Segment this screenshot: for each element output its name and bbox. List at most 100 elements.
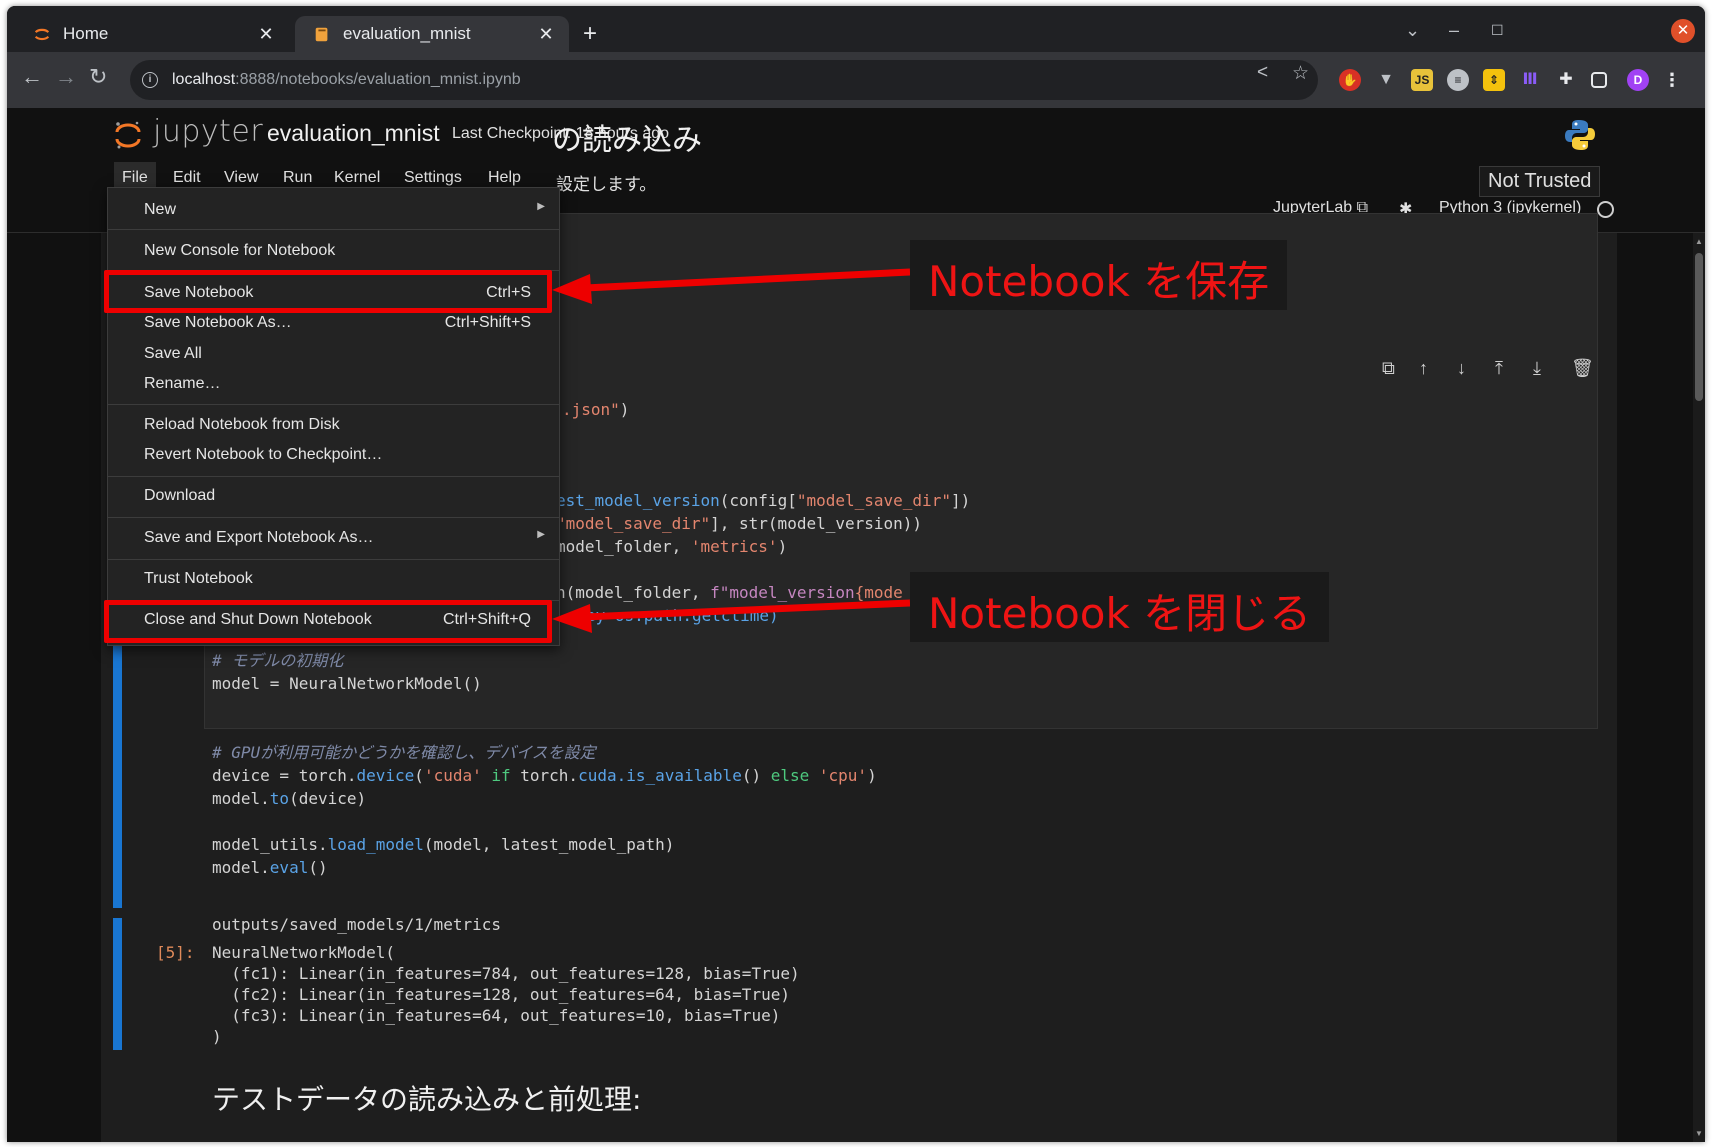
url-text: localhost:8888/notebooks/evaluation_mnis…: [172, 71, 521, 88]
menu-kernel[interactable]: Kernel: [334, 169, 380, 187]
jupyter-logo-text: jupyter: [153, 114, 264, 149]
tab-evaluation-mnist[interactable]: evaluation_mnist ✕: [295, 16, 569, 52]
code-comment: # モデルの初期化: [212, 651, 344, 670]
menu-settings[interactable]: Settings: [404, 169, 462, 187]
highlight-save-notebook: [104, 270, 552, 313]
menu-item-save-export[interactable]: Save and Export Notebook As… ▶: [108, 523, 559, 553]
side-panel-icon[interactable]: [1591, 72, 1607, 88]
new-tab-button[interactable]: +: [583, 20, 597, 48]
forward-icon[interactable]: →: [55, 64, 77, 90]
menu-item-new-console[interactable]: New Console for Notebook: [108, 236, 559, 266]
code-line: n(model_folder, f"model_version{mode: [556, 583, 903, 602]
file-menu-dropdown: New ▶ New Console for Notebook Save Noteb…: [107, 187, 560, 646]
menu-item-label: Reload Notebook from Disk: [144, 416, 340, 433]
address-bar[interactable]: i localhost:8888/notebooks/evaluation_mn…: [130, 60, 1318, 100]
extension-library-icon[interactable]: Ⅲ: [1519, 69, 1541, 91]
menu-item-label: Save Notebook As…: [144, 314, 292, 331]
tab-title: Home: [63, 24, 109, 43]
close-tab-icon[interactable]: ✕: [253, 24, 279, 45]
code-line: model.to(device): [212, 789, 367, 808]
tab-strip: Home ✕ evaluation_mnist ✕ + ⌄ – ☐ ✕: [7, 6, 1705, 52]
menu-item-new[interactable]: New ▶: [108, 195, 559, 225]
menu-item-rename[interactable]: Rename…: [108, 369, 559, 399]
output-line: NeuralNetworkModel(: [212, 943, 396, 962]
jupyter-header: jupyter evaluation_mnist Last Checkpoint…: [7, 108, 1705, 162]
jupyter-favicon-icon: [34, 28, 50, 41]
menu-separator: [108, 517, 559, 518]
share-icon[interactable]: <: [1257, 62, 1268, 84]
tab-search-icon[interactable]: ⌄: [1405, 20, 1420, 41]
notebook-name[interactable]: evaluation_mnist: [267, 120, 440, 147]
window-close-icon[interactable]: ✕: [1671, 19, 1695, 43]
scroll-down-icon[interactable]: ▼: [1695, 1129, 1703, 1138]
minimize-icon[interactable]: –: [1449, 20, 1459, 41]
delete-cell-icon[interactable]: 🗑: [1571, 358, 1594, 379]
menu-item-label: New: [144, 201, 177, 218]
tab-home[interactable]: Home ✕: [15, 16, 289, 52]
code-line: ey=os.path.getctime): [586, 606, 779, 625]
menu-item-revert[interactable]: Revert Notebook to Checkpoint…: [108, 440, 559, 470]
duplicate-cell-icon[interactable]: ⧉: [1382, 358, 1395, 379]
close-tab-icon[interactable]: ✕: [533, 24, 559, 45]
markdown-paragraph: 設定します。: [556, 175, 657, 195]
extensions-puzzle-icon[interactable]: ✚: [1555, 69, 1577, 91]
output-stream: outputs/saved_models/1/metrics: [212, 915, 501, 934]
output-line: ): [212, 1027, 222, 1046]
browser-toolbar: ← → ↻ i localhost:8888/notebooks/evaluat…: [7, 52, 1705, 108]
not-trusted-button[interactable]: Not Trusted: [1479, 166, 1601, 197]
menu-item-shortcut: Ctrl+Shift+S: [444, 314, 531, 331]
output-line: (fc2): Linear(in_features=128, out_featu…: [212, 985, 790, 1004]
extension-js-icon[interactable]: JS: [1411, 69, 1433, 91]
output-line: (fc1): Linear(in_features=784, out_featu…: [212, 964, 800, 983]
close-callout: Notebook を閉じる: [910, 572, 1330, 642]
move-up-icon[interactable]: ↑: [1419, 358, 1428, 379]
output-line: (fc3): Linear(in_features=64, out_featur…: [212, 1006, 781, 1025]
reload-icon[interactable]: ↻: [89, 64, 107, 90]
python-logo-icon: [1565, 120, 1595, 150]
menu-item-download[interactable]: Download: [108, 481, 559, 511]
submenu-arrow-icon: ▶: [537, 201, 545, 212]
menu-edit[interactable]: Edit: [173, 169, 201, 187]
markdown-heading: テストデータの読み込みと前処理:: [212, 1083, 642, 1116]
scroll-up-icon[interactable]: ▲: [1695, 237, 1703, 246]
menu-separator: [108, 559, 559, 560]
menu-item-label: Download: [144, 487, 216, 504]
back-icon[interactable]: ←: [21, 64, 43, 90]
code-line: model.eval(): [212, 858, 328, 877]
profile-avatar[interactable]: D: [1627, 69, 1649, 91]
site-info-icon[interactable]: i: [142, 72, 158, 88]
menu-item-reload[interactable]: Reload Notebook from Disk: [108, 410, 559, 440]
highlight-close-shutdown: [104, 600, 552, 643]
menu-item-label: Save and Export Notebook As…: [144, 529, 374, 546]
menu-help[interactable]: Help: [488, 169, 521, 187]
menu-item-save-all[interactable]: Save All: [108, 339, 559, 369]
extension-arrows-icon[interactable]: ⇕: [1483, 69, 1505, 91]
submenu-arrow-icon: ▶: [537, 529, 545, 540]
code-line: model_utils.load_model(model, latest_mod…: [212, 835, 675, 854]
menu-run[interactable]: Run: [283, 169, 312, 187]
insert-below-icon[interactable]: ⤓: [1533, 358, 1541, 379]
extension-list-icon[interactable]: ≡: [1447, 69, 1469, 91]
maximize-icon[interactable]: ☐: [1491, 22, 1504, 39]
save-callout: Notebook を保存: [910, 240, 1288, 310]
menu-item-label: Save All: [144, 345, 202, 362]
jupyter-logo-icon[interactable]: [113, 120, 143, 150]
scrollbar-thumb[interactable]: [1695, 253, 1703, 401]
code-line: device = torch.device('cuda' if torch.cu…: [212, 766, 877, 785]
insert-above-icon[interactable]: ⤒: [1495, 358, 1503, 379]
menu-item-label: Rename…: [144, 375, 221, 392]
notebook-favicon-icon: [315, 27, 328, 42]
extension-stop-icon[interactable]: ✋: [1339, 69, 1361, 91]
extension-v-icon[interactable]: ▼: [1375, 69, 1397, 91]
scrollbar[interactable]: ▲ ▼: [1693, 233, 1705, 1142]
bookmark-star-icon[interactable]: ☆: [1292, 62, 1309, 85]
move-down-icon[interactable]: ↓: [1457, 358, 1466, 379]
menu-item-label: Trust Notebook: [144, 570, 253, 587]
code-line: "model_save_dir"], str(model_version)): [556, 514, 923, 533]
kernel-status-icon: [1597, 201, 1614, 218]
menu-separator: [108, 404, 559, 405]
menu-item-trust[interactable]: Trust Notebook: [108, 564, 559, 594]
browser-menu-icon[interactable]: ⋮: [1661, 69, 1683, 91]
menu-view[interactable]: View: [224, 169, 258, 187]
menu-item-label: Revert Notebook to Checkpoint…: [144, 446, 383, 463]
